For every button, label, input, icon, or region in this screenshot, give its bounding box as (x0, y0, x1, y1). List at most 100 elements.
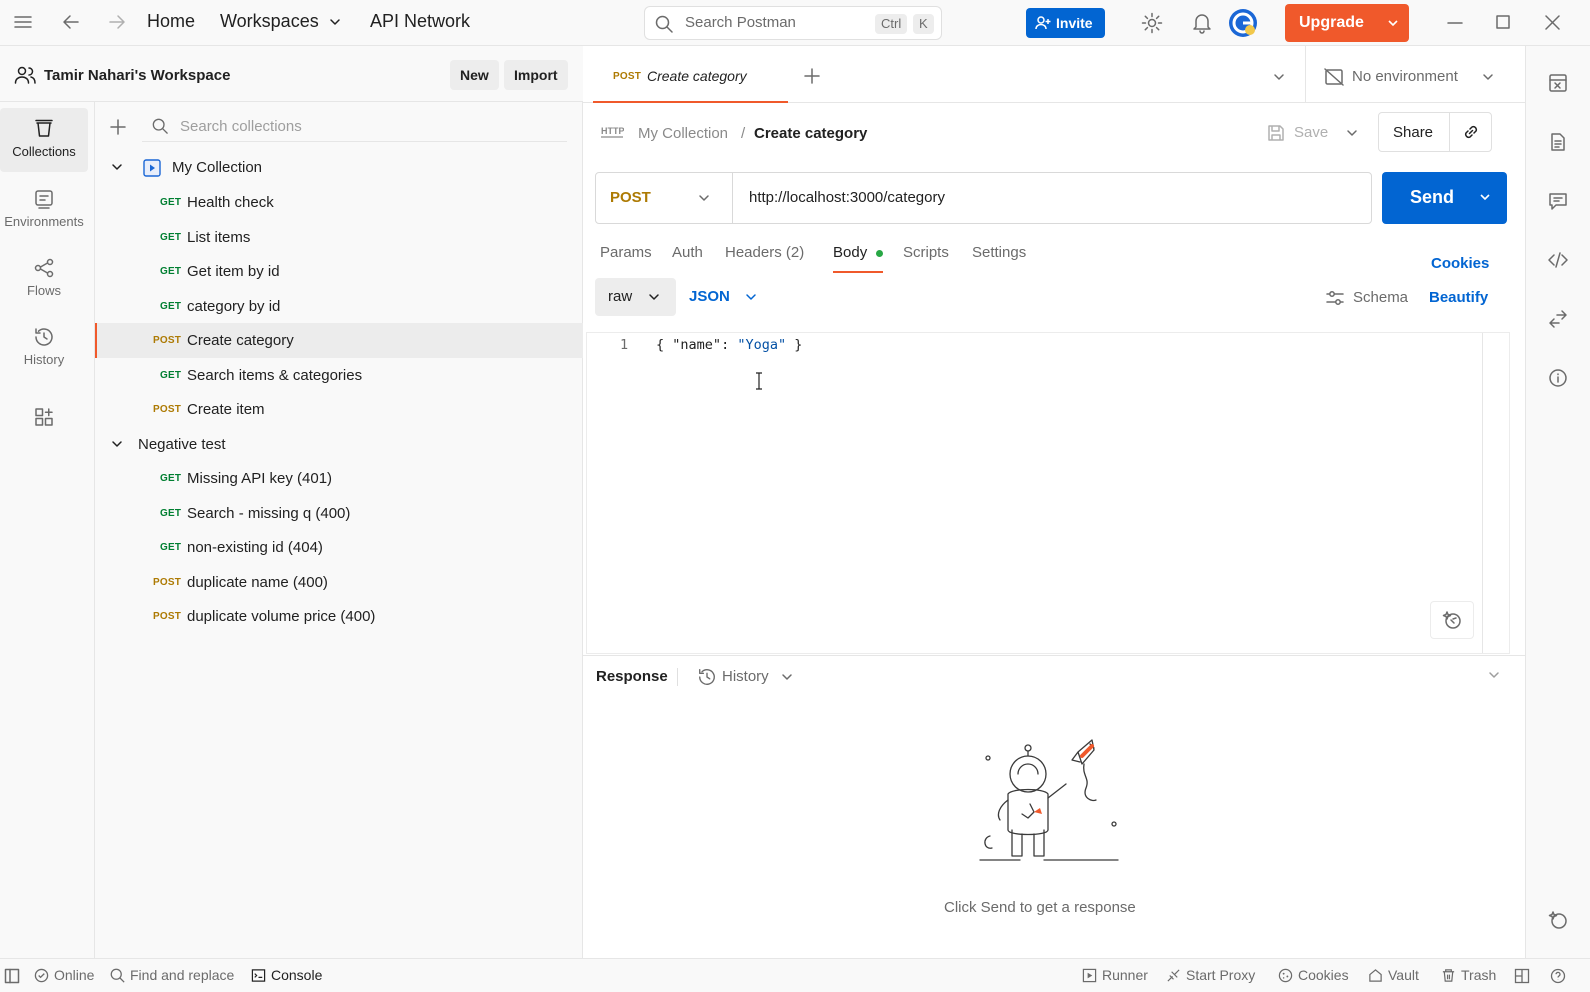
variables-icon[interactable] (1548, 73, 1568, 93)
collection-search[interactable]: Search collections (142, 110, 567, 142)
tree-item[interactable]: POST Create item (95, 392, 583, 427)
rail-flows[interactable]: Flows (0, 247, 88, 311)
tab-title: Create category (647, 68, 747, 84)
code-snippet-icon[interactable] (1548, 250, 1568, 270)
environment-selector[interactable]: No environment (1320, 68, 1510, 88)
upgrade-button[interactable]: Upgrade (1285, 4, 1409, 42)
tab-headers[interactable]: Headers (2) (725, 244, 804, 261)
share-button[interactable]: Share (1393, 124, 1433, 141)
beautify-button[interactable]: Beautify (1429, 289, 1488, 306)
comments-icon[interactable] (1548, 191, 1568, 211)
chevron-down-icon[interactable] (781, 672, 793, 682)
global-search[interactable]: Search Postman Ctrl K (644, 6, 942, 40)
minimize-icon[interactable] (1447, 22, 1463, 24)
start-proxy-button[interactable]: Start Proxy (1166, 967, 1255, 983)
collection-my-collection[interactable]: My Collection (95, 150, 583, 185)
vault-button[interactable]: Vault (1368, 967, 1419, 983)
tab-body[interactable]: Body (833, 244, 867, 261)
ai-assistant-icon[interactable] (1548, 910, 1568, 930)
runner-button[interactable]: Runner (1082, 967, 1148, 983)
console-button[interactable]: Console (251, 967, 322, 983)
tree-item[interactable]: GET Search items & categories (95, 358, 583, 393)
upgrade-label: Upgrade (1299, 14, 1364, 31)
related-collections-icon[interactable] (1548, 309, 1568, 329)
help-icon[interactable] (1550, 968, 1566, 984)
rail-configure[interactable] (0, 396, 88, 460)
tree-item-active[interactable]: POST Create category (95, 323, 583, 358)
info-icon[interactable] (1548, 368, 1568, 388)
online-status[interactable]: Online (34, 967, 94, 983)
tab-bar: POST Create category No environment (583, 46, 1525, 103)
new-button[interactable]: New (450, 60, 499, 90)
maximize-icon[interactable] (1496, 15, 1510, 29)
tab-create-category[interactable]: POST Create category (593, 46, 788, 103)
schema-button[interactable]: Schema (1353, 289, 1408, 306)
right-rail (1525, 46, 1590, 958)
cookies-link[interactable]: Cookies (1431, 255, 1489, 272)
tree-item[interactable]: POST duplicate name (400) (95, 565, 583, 600)
back-icon[interactable] (62, 14, 80, 30)
tree-item[interactable]: GET List items (95, 220, 583, 255)
response-history-button[interactable]: History (722, 668, 769, 685)
tree-item[interactable]: POST duplicate volume price (400) (95, 599, 583, 634)
invite-button[interactable]: Invite (1026, 8, 1105, 38)
rail-environments[interactable]: Environments (0, 178, 88, 242)
search-icon (152, 118, 168, 134)
save-options-chevron-icon[interactable] (1346, 128, 1358, 138)
rail-collections[interactable]: Collections (0, 108, 88, 172)
layout-icon[interactable] (1514, 968, 1530, 984)
documentation-icon[interactable] (1548, 132, 1568, 152)
method-select[interactable]: POST (596, 173, 733, 223)
vault-label: Vault (1388, 967, 1419, 983)
new-tab-plus-icon[interactable] (804, 68, 820, 84)
body-language-select[interactable]: JSON (689, 288, 769, 308)
tab-settings[interactable]: Settings (972, 244, 1026, 261)
trash-button[interactable]: Trash (1441, 967, 1496, 983)
folder-negative-test[interactable]: Negative test (95, 427, 583, 462)
status-bar: Online Find and replace Console Runner S… (0, 958, 1590, 992)
scrollbar-track[interactable] (1482, 333, 1483, 653)
send-options-chevron-icon[interactable] (1479, 192, 1491, 202)
tree-item[interactable]: GET Health check (95, 185, 583, 220)
forward-icon[interactable] (108, 14, 126, 30)
notification-bell-icon[interactable] (1192, 12, 1212, 34)
tab-params[interactable]: Params (600, 244, 652, 261)
collapse-chevron-icon[interactable] (1488, 670, 1500, 680)
body-indicator-dot (876, 250, 883, 257)
tree-item[interactable]: GET Get item by id (95, 254, 583, 289)
tab-auth[interactable]: Auth (672, 244, 703, 261)
nav-home[interactable]: Home (147, 11, 195, 32)
divider (1449, 113, 1450, 151)
tree-item[interactable]: GET non-existing id (404) (95, 530, 583, 565)
save-button[interactable]: Save (1294, 124, 1328, 141)
import-button[interactable]: Import (504, 60, 568, 90)
method-badge: GET (160, 266, 182, 277)
send-button[interactable]: Send (1382, 172, 1507, 224)
tree-item[interactable]: GET Search - missing q (400) (95, 496, 583, 531)
tab-scripts[interactable]: Scripts (903, 244, 949, 261)
ai-assist-button[interactable] (1430, 601, 1474, 639)
no-environment-icon (1324, 68, 1344, 86)
chevron-down-icon[interactable] (329, 17, 341, 27)
link-icon[interactable] (1462, 123, 1480, 141)
add-collection-icon[interactable] (109, 118, 127, 136)
nav-workspaces[interactable]: Workspaces (220, 11, 319, 32)
body-editor[interactable]: 1 { "name": "Yoga" } (586, 332, 1510, 654)
request-title[interactable]: Create category (754, 125, 867, 142)
breadcrumb-collection[interactable]: My Collection (638, 125, 728, 142)
url-input[interactable]: http://localhost:3000/category (749, 189, 945, 206)
settings-icon[interactable] (1141, 12, 1163, 34)
nav-api-network[interactable]: API Network (370, 11, 470, 32)
body-mode-select[interactable]: raw (595, 278, 676, 316)
avatar[interactable] (1228, 8, 1258, 38)
close-icon[interactable] (1545, 15, 1560, 30)
rail-history[interactable]: History (0, 316, 88, 380)
find-replace-button[interactable]: Find and replace (110, 967, 234, 983)
cookies-button[interactable]: Cookies (1278, 967, 1349, 983)
menu-icon[interactable] (14, 14, 32, 30)
tree-item[interactable]: GET Missing API key (401) (95, 461, 583, 496)
toggle-sidebar-icon[interactable] (4, 968, 20, 984)
environments-icon (0, 188, 88, 210)
tabs-dropdown-chevron-icon[interactable] (1273, 72, 1285, 82)
tree-item[interactable]: GET category by id (95, 289, 583, 324)
